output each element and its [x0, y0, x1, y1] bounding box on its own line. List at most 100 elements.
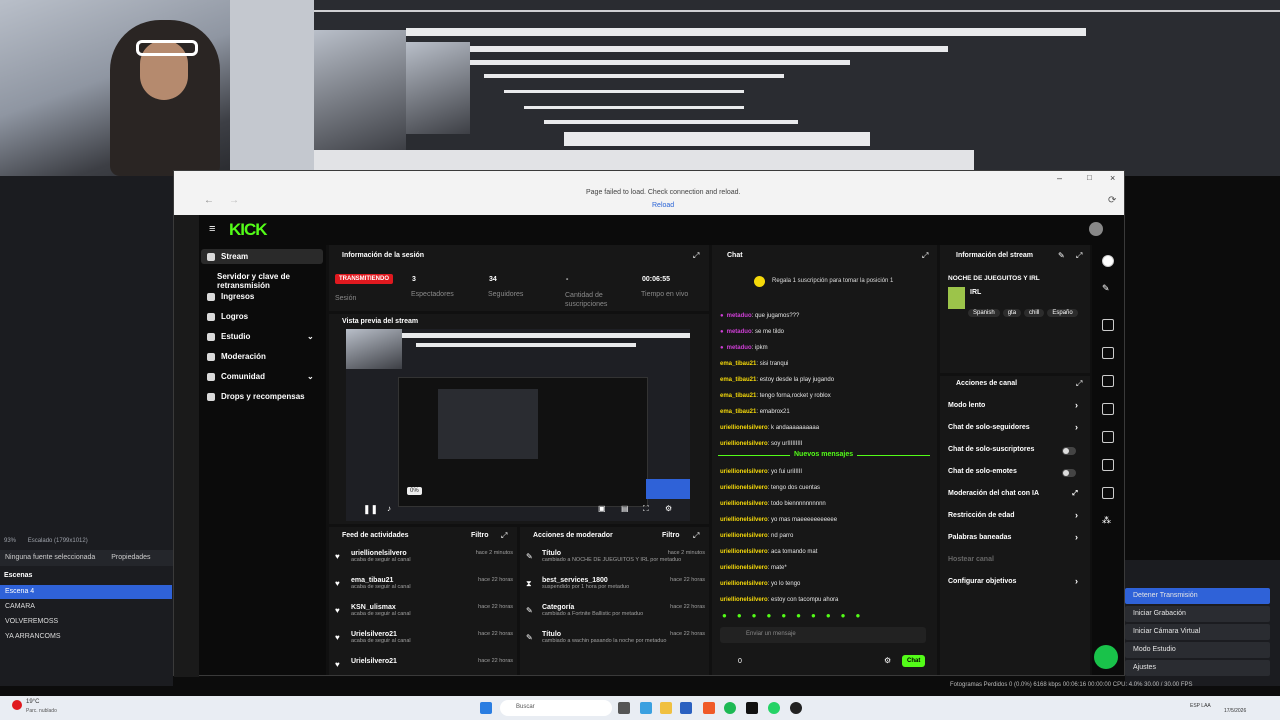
chat-input[interactable]: Enviar un mensaje	[720, 627, 926, 643]
folder-icon[interactable]	[660, 702, 672, 714]
scene-item[interactable]: Escena 4	[0, 585, 172, 599]
virtual-camera-button[interactable]: Iniciar Cámara Virtual	[1125, 624, 1270, 640]
windows-start-icon[interactable]	[480, 702, 492, 714]
toggle-switch[interactable]	[1062, 469, 1076, 477]
chat-username[interactable]: uriellionelsilvero	[720, 485, 768, 491]
maximize-icon[interactable]: □	[1087, 173, 1092, 182]
taskbar-search[interactable]: Buscar	[500, 700, 612, 716]
chat-username[interactable]: ema_tibau21	[720, 361, 756, 367]
chat-username[interactable]: uriellionelsilvero	[720, 581, 768, 587]
rail-icon[interactable]	[1102, 459, 1114, 471]
scene-item[interactable]: VOLVEREMOSS	[0, 615, 172, 629]
expand-icon[interactable]: ⤢	[501, 531, 507, 541]
sidebar-item-achievements[interactable]: Logros	[207, 312, 248, 321]
sidebar-item-income[interactable]: Ingresos	[207, 292, 254, 301]
chat-username[interactable]: uriellionelsilvero	[720, 425, 768, 431]
sidebar-item-studio[interactable]: Estudio ⌄	[207, 332, 314, 341]
channel-action-item[interactable]: Chat de solo-suscriptores	[948, 446, 1088, 455]
forward-icon[interactable]: →	[229, 195, 239, 206]
stream-video[interactable]	[346, 329, 690, 521]
toggle-switch[interactable]	[1062, 447, 1076, 455]
kick-icon[interactable]	[746, 702, 758, 714]
share-icon[interactable]: ⁂	[1102, 515, 1114, 527]
expand-icon[interactable]: ⤢	[1076, 251, 1082, 261]
bolt-icon[interactable]	[1102, 347, 1114, 359]
clock[interactable]: 17/5/2026	[1224, 708, 1246, 714]
rail-icon[interactable]	[1102, 319, 1114, 331]
gear-icon[interactable]: ⚙	[665, 504, 672, 513]
settings-button[interactable]: Ajustes	[1125, 660, 1270, 676]
app-icon[interactable]	[680, 702, 692, 714]
chat-username[interactable]: ema_tibau21	[720, 393, 756, 399]
chat-username[interactable]: uriellionelsilvero	[720, 565, 768, 571]
gift-banner[interactable]: Regala 1 suscripción para tomar la posic…	[772, 278, 893, 284]
expand-icon[interactable]: ⤢	[693, 251, 699, 261]
channel-action-item[interactable]: Palabras baneadas ›	[948, 532, 1088, 542]
rail-icon[interactable]	[1102, 431, 1114, 443]
rail-icon[interactable]	[1102, 255, 1114, 267]
sidebar-item-moderation[interactable]: Moderación	[207, 352, 266, 361]
channel-action-item[interactable]: Configurar objetivos ›	[948, 576, 1088, 586]
studio-mode-button[interactable]: Modo Estudio	[1125, 642, 1270, 658]
scene-item[interactable]: YA ARRANCOMS	[0, 630, 172, 644]
scene-item[interactable]: CAMARA	[0, 600, 172, 614]
minimize-icon[interactable]: –	[1057, 173, 1062, 183]
brave-icon[interactable]	[703, 702, 715, 714]
chat-username[interactable]: metaduo	[727, 313, 752, 319]
properties-button[interactable]: Propiedades	[111, 554, 150, 561]
back-icon[interactable]: ←	[204, 195, 214, 206]
chat-username[interactable]: ema_tibau21	[720, 377, 756, 383]
refresh-icon[interactable]: ⟳	[1108, 195, 1116, 206]
clip-icon[interactable]: ▤	[621, 504, 629, 513]
support-bubble-icon[interactable]	[1094, 645, 1118, 669]
channel-action-item[interactable]: Restricción de edad ›	[948, 510, 1088, 520]
close-icon[interactable]: ×	[1110, 173, 1115, 183]
chat-username[interactable]: uriellionelsilvero	[720, 441, 768, 447]
kick-logo[interactable]: KICK	[229, 220, 268, 240]
chat-username[interactable]: metaduo	[727, 329, 752, 335]
rail-icon[interactable]	[1102, 375, 1114, 387]
chat-username[interactable]: metaduo	[727, 345, 752, 351]
app-icon[interactable]	[618, 702, 630, 714]
sidebar-item-drops[interactable]: Drops y recompensas	[207, 392, 305, 401]
tag[interactable]: Españo	[1047, 309, 1078, 317]
modactions-filter-button[interactable]: Filtro	[662, 532, 680, 539]
chat-username[interactable]: uriellionelsilvero	[720, 469, 768, 475]
start-recording-button[interactable]: Iniciar Grabación	[1125, 606, 1270, 622]
channel-action-item[interactable]: Chat de solo-emotes	[948, 468, 1088, 477]
pip-icon[interactable]: ▣	[598, 504, 606, 513]
chat-bubble-icon[interactable]	[1102, 403, 1114, 415]
menu-icon[interactable]: ≡	[209, 223, 215, 235]
channel-action-item[interactable]: Modo lento ›	[948, 400, 1088, 410]
chat-username[interactable]: uriellionelsilvero	[720, 501, 768, 507]
sidebar-item-community[interactable]: Comunidad ⌄	[207, 372, 314, 381]
chat-send-button[interactable]: Chat	[902, 655, 926, 667]
pause-icon[interactable]: ❚❚	[363, 504, 378, 515]
sidebar-item-server-key[interactable]: Servidor y clave de retransmisión	[217, 272, 326, 290]
edit-icon[interactable]: ✎	[1058, 251, 1065, 260]
avatar[interactable]	[1089, 222, 1103, 236]
wrench-icon[interactable]	[1102, 487, 1114, 499]
stop-stream-button[interactable]: Detener Transmisión	[1125, 588, 1270, 604]
channel-action-item[interactable]: Moderación del chat con IA ⤢	[948, 490, 1088, 497]
chat-username[interactable]: uriellionelsilvero	[720, 597, 768, 603]
gear-icon[interactable]: ⚙	[884, 656, 891, 665]
language-indicator[interactable]: ESP LAA	[1190, 703, 1211, 709]
chat-username[interactable]: uriellionelsilvero	[720, 533, 768, 539]
chat-username[interactable]: uriellionelsilvero	[720, 517, 768, 523]
new-messages-label[interactable]: Nuevos mensajes	[790, 451, 858, 458]
sidebar-item-stream[interactable]: Stream	[207, 252, 248, 261]
tag[interactable]: gta	[1002, 309, 1022, 317]
feed-filter-button[interactable]: Filtro	[471, 532, 489, 539]
obs-icon[interactable]	[790, 702, 802, 714]
expand-icon[interactable]: ⤢	[1076, 379, 1082, 389]
volume-icon[interactable]: ♪	[387, 504, 391, 513]
app-icon[interactable]	[640, 702, 652, 714]
chat-username[interactable]: ema_tibau21	[720, 409, 756, 415]
expand-icon[interactable]: ⤢	[693, 531, 699, 541]
whatsapp-icon[interactable]	[768, 702, 780, 714]
weather-icon[interactable]	[12, 700, 22, 710]
expand-icon[interactable]: ⤢	[922, 251, 928, 261]
channel-action-item[interactable]: Chat de solo-seguidores ›	[948, 422, 1088, 432]
tag[interactable]: Spanish	[968, 309, 1000, 317]
